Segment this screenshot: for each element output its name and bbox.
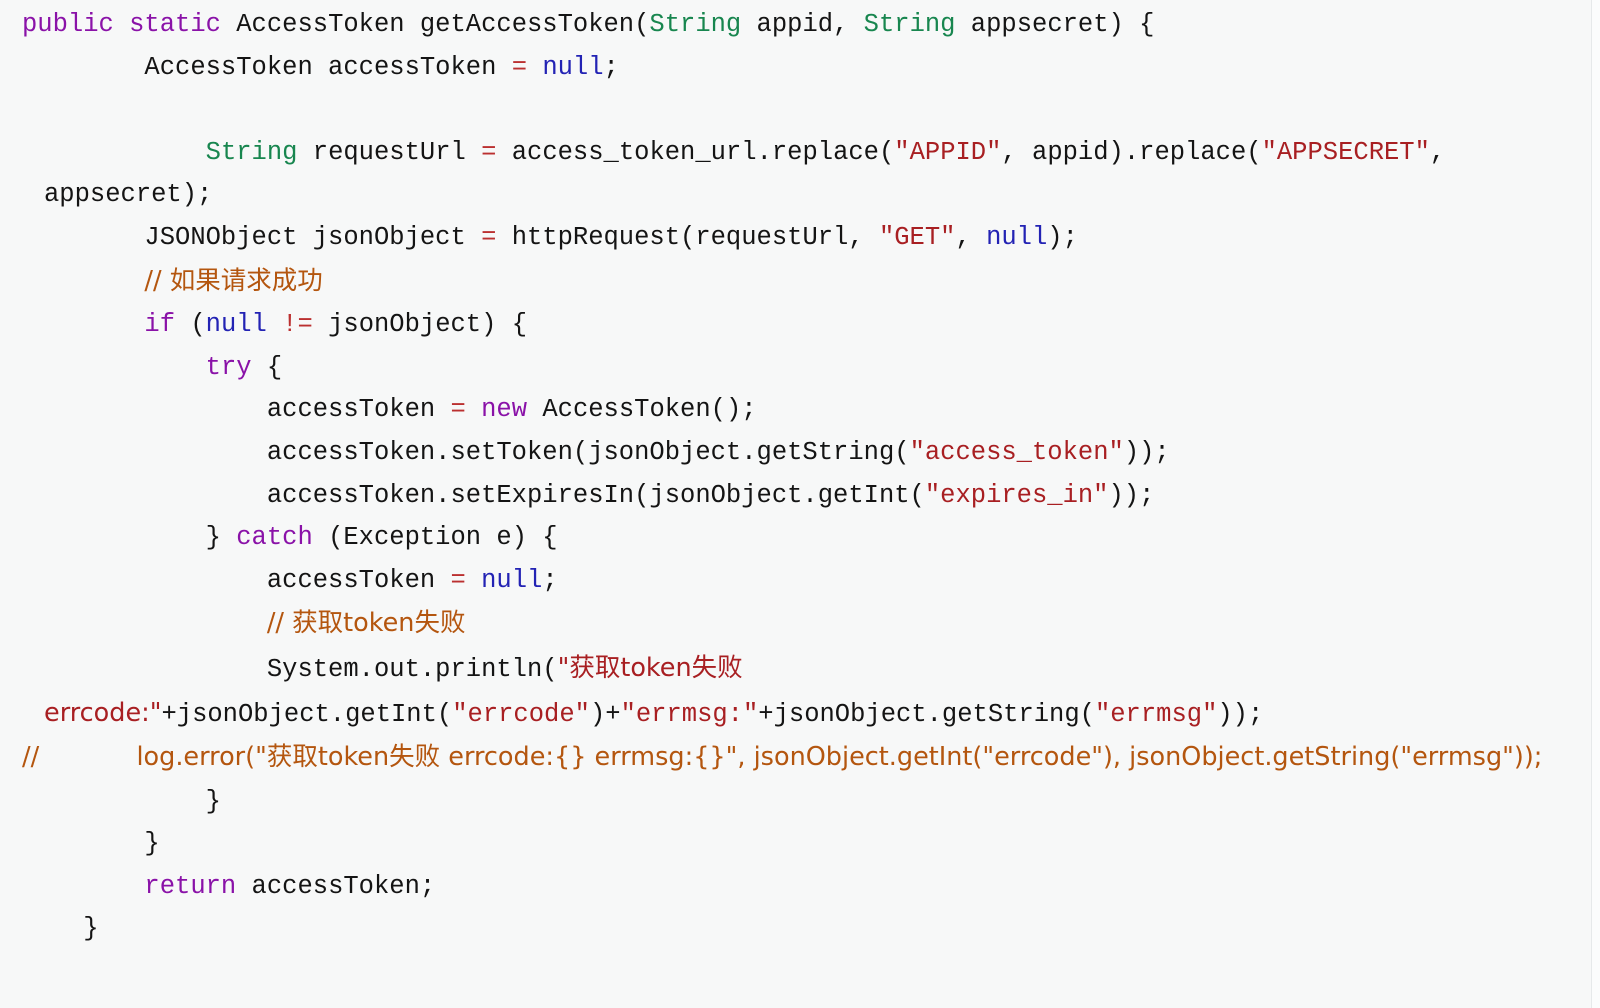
- code-token-operator: !=: [282, 310, 313, 340]
- code-token-plain: ,: [955, 222, 987, 252]
- code-token-string: "APPSECRET": [1261, 137, 1430, 167]
- code-token-string: "errmsg:": [620, 699, 759, 729]
- code-token-plain: appid,: [741, 10, 864, 39]
- code-token-plain: ;: [542, 565, 558, 595]
- code-token-null: null: [205, 310, 267, 340]
- code-token-type: String: [649, 10, 742, 39]
- code-token-null: null: [542, 52, 604, 82]
- code-line: return accessToken;: [22, 866, 1592, 909]
- code-token-plain: }: [22, 786, 221, 816]
- code-token-plain: requestUrl: [297, 137, 482, 167]
- code-token-string: "errcode": [452, 699, 590, 729]
- code-token-string: "errmsg": [1094, 699, 1218, 729]
- code-token-plain: (Exception e) {: [312, 523, 558, 553]
- code-token-plain: , appid).replace(: [1001, 137, 1262, 167]
- code-token-plain: accessToken;: [236, 871, 436, 901]
- code-line: System.out.println("获取token失败 errcode:"+…: [22, 647, 1592, 736]
- code-token-string: "access_token": [909, 437, 1124, 467]
- code-token-plain: );: [1047, 222, 1078, 252]
- code-line-comment: // 获取token失败: [22, 602, 1592, 647]
- code-line: accessToken = null;: [22, 560, 1592, 603]
- code-token-plain: ;: [603, 52, 619, 82]
- code-token-plain: AccessToken();: [527, 395, 757, 425]
- code-line: accessToken.setExpiresIn(jsonObject.getI…: [22, 475, 1592, 518]
- code-line: String requestUrl = access_token_url.rep…: [22, 132, 1592, 217]
- code-token-keyword: return: [144, 871, 237, 901]
- code-line: }: [22, 823, 1592, 866]
- code-snippet-surface: public static AccessToken getAccessToken…: [0, 0, 1600, 1008]
- code-token-keyword: public static: [22, 10, 237, 39]
- code-token-plain: ));: [1217, 699, 1264, 729]
- code-token-plain: }: [22, 829, 160, 859]
- code-token-plain: +jsonObject.getString(: [758, 699, 1095, 729]
- code-token-operator: =: [481, 137, 497, 167]
- code-token-plain: }: [22, 914, 99, 944]
- code-token-comment: // 获取token失败: [266, 608, 466, 639]
- code-token-plain: {: [251, 352, 283, 382]
- code-token-plain: AccessToken getAccessToken(: [236, 10, 650, 39]
- code-token-comment: // log.error("获取token失败 errcode:{} errms…: [22, 742, 1543, 773]
- code-token-plain: System.out.println(: [22, 654, 558, 684]
- code-line: AccessToken accessToken = null;: [22, 47, 1592, 90]
- java-code-block[interactable]: public static AccessToken getAccessToken…: [0, 0, 1592, 951]
- code-line: JSONObject jsonObject = httpRequest(requ…: [22, 217, 1592, 260]
- code-token-plain: accessToken: [22, 565, 451, 595]
- code-token-operator: =: [481, 222, 497, 252]
- code-token-keyword: try: [205, 352, 252, 382]
- code-token-plain: httpRequest(requestUrl,: [496, 222, 879, 252]
- code-token-plain: access_token_url.replace(: [496, 137, 895, 167]
- code-token-plain: jsonObject) {: [312, 310, 528, 340]
- code-token-type: String: [205, 137, 298, 167]
- code-line: }: [22, 781, 1592, 824]
- code-token-keyword: if: [144, 310, 176, 340]
- code-line: accessToken = new AccessToken();: [22, 389, 1592, 432]
- code-token-plain: appsecret) {: [955, 10, 1155, 39]
- code-token-plain: (: [175, 310, 206, 340]
- code-line: try {: [22, 347, 1592, 390]
- code-token-operator: =: [511, 52, 527, 82]
- code-token-plain: AccessToken accessToken: [22, 52, 512, 82]
- code-token-string: "APPID": [894, 137, 1002, 167]
- code-token-plain: }: [22, 523, 237, 553]
- content-right-gutter: [1592, 0, 1600, 1008]
- code-line: }: [22, 908, 1592, 951]
- code-token-plain: +jsonObject.getInt(: [161, 699, 453, 729]
- code-token-plain: ));: [1108, 480, 1155, 510]
- code-token-null: null: [986, 222, 1048, 252]
- code-token-operator: =: [450, 395, 466, 425]
- code-token-null: null: [481, 565, 543, 595]
- code-token-comment: // 如果请求成功: [144, 265, 323, 296]
- code-line: if (null != jsonObject) {: [22, 304, 1592, 347]
- code-token-plain: accessToken.setExpiresIn(jsonObject.getI…: [22, 480, 925, 510]
- code-token-plain: accessToken.setToken(jsonObject.getStrin…: [22, 437, 910, 467]
- code-line: accessToken.setToken(jsonObject.getStrin…: [22, 432, 1592, 475]
- code-line-comment: // 如果请求成功: [22, 260, 1592, 305]
- code-line-comment: // log.error("获取token失败 errcode:{} errms…: [22, 736, 1592, 781]
- code-token-string: "GET": [878, 222, 956, 252]
- code-line: } catch (Exception e) {: [22, 517, 1592, 560]
- code-token-type: String: [863, 10, 956, 39]
- code-token-keyword: new: [481, 395, 528, 425]
- code-token-keyword: catch: [236, 523, 313, 553]
- code-token-plain: JSONObject jsonObject: [22, 222, 482, 252]
- code-token-string: "expires_in": [924, 480, 1109, 510]
- code-token-plain: )+: [589, 699, 621, 729]
- code-token-plain: ));: [1123, 437, 1170, 467]
- code-token-plain: accessToken: [22, 395, 451, 425]
- code-line: public static AccessToken getAccessToken…: [22, 4, 1592, 47]
- code-token-operator: =: [450, 565, 466, 595]
